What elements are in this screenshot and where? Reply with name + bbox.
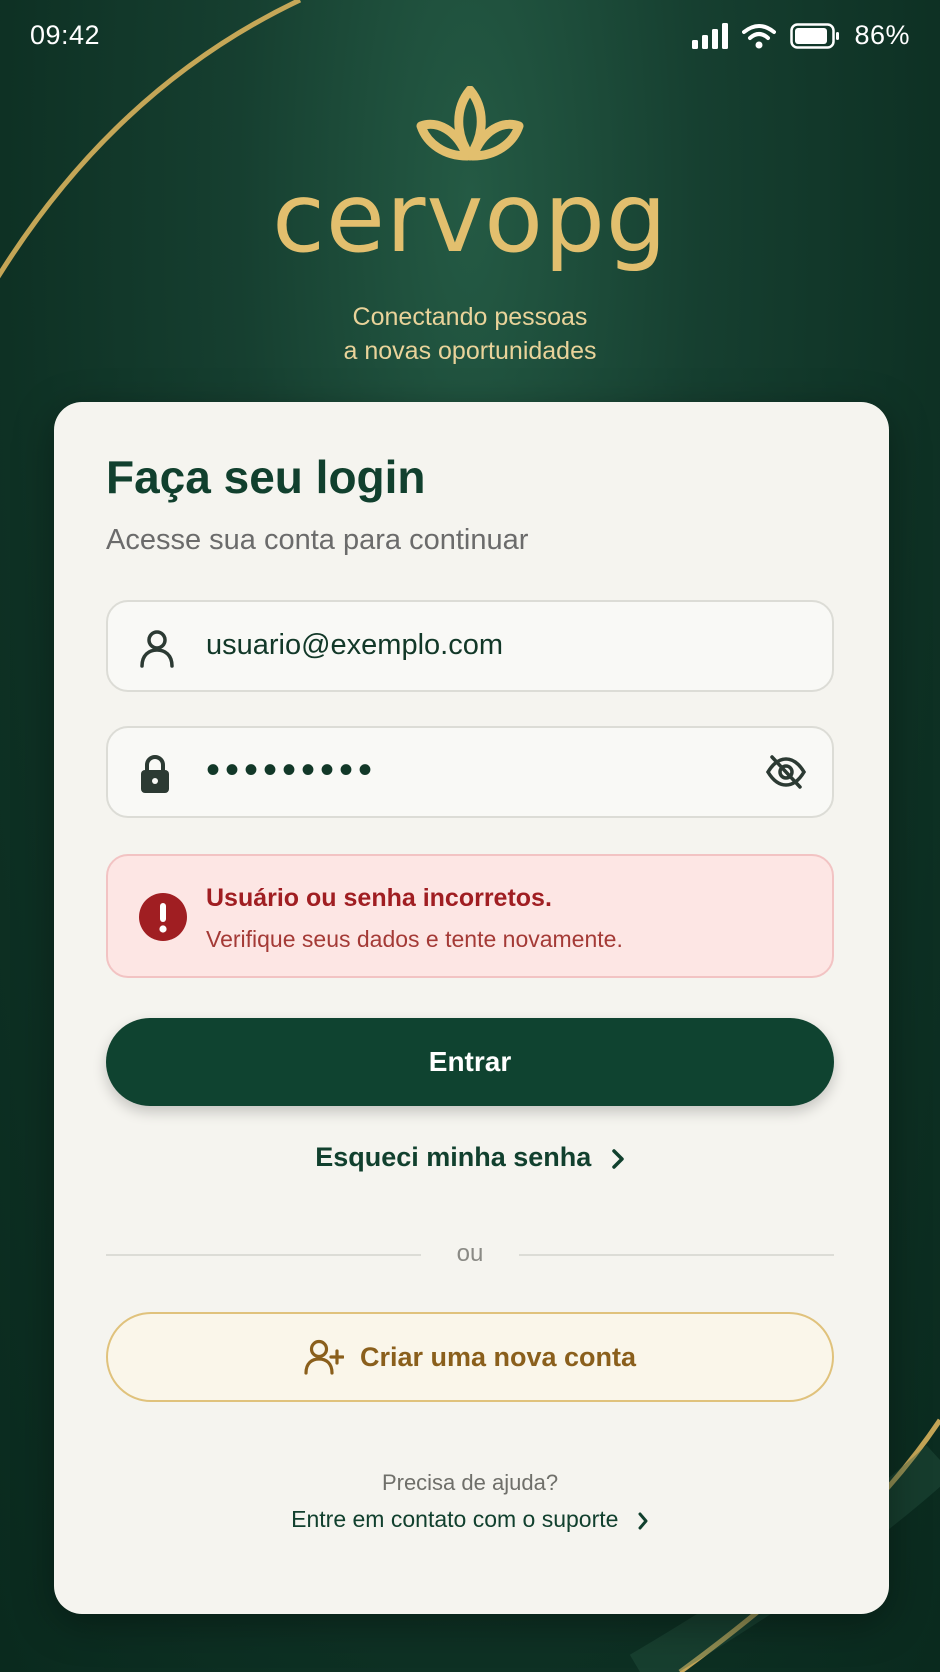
page-title: Faça seu login xyxy=(106,451,426,503)
forgot-password-label: Esqueci minha senha xyxy=(315,1142,592,1172)
forgot-password-link[interactable]: Esqueci minha senha xyxy=(106,1142,834,1173)
or-divider: ou xyxy=(106,1240,834,1270)
brand-name: cervopg xyxy=(272,162,668,274)
help-text: Precisa de ajuda? xyxy=(381,1470,559,1495)
battery-percent: 86% xyxy=(854,20,910,50)
status-time: 09:42 xyxy=(30,20,101,50)
password-input[interactable]: ••••••••• xyxy=(206,748,377,793)
brand-header: cervopg Conectando pessoas a novas oport… xyxy=(0,86,940,368)
battery-icon xyxy=(790,22,840,49)
brand-tagline: Conectando pessoas a novas oportunidades xyxy=(0,300,940,368)
tagline-line-1: Conectando pessoas xyxy=(352,303,588,331)
user-plus-icon xyxy=(304,1339,344,1375)
error-alert: Usuário ou senha incorretos. Verifique s… xyxy=(106,854,834,978)
create-account-button[interactable]: Criar uma nova conta xyxy=(106,1312,834,1402)
status-right: 86% xyxy=(692,20,910,51)
password-field[interactable]: ••••••••• xyxy=(106,726,834,818)
lock-icon xyxy=(141,755,169,793)
divider-line-right xyxy=(519,1254,834,1256)
error-message: Verifique seus dados e tente novamente. xyxy=(206,926,623,952)
email-input[interactable] xyxy=(206,629,746,662)
signal-icon xyxy=(692,22,729,49)
eye-off-icon[interactable] xyxy=(766,754,806,790)
tagline-line-2: a novas oportunidades xyxy=(343,337,597,365)
chevron-right-icon xyxy=(638,1512,648,1530)
page-subtitle: Acesse sua conta para continuar xyxy=(106,524,529,556)
status-bar: 09:42 86% xyxy=(0,0,940,76)
support-link[interactable]: Entre em contato com o suporte xyxy=(106,1506,834,1533)
user-icon xyxy=(140,630,174,668)
error-title: Usuário ou senha incorretos. xyxy=(206,884,552,912)
chevron-right-icon xyxy=(612,1149,624,1169)
login-card: Faça seu login Acesse sua conta para con… xyxy=(54,402,889,1614)
create-account-label: Criar uma nova conta xyxy=(359,1341,637,1372)
support-label: Entre em contato com o suporte xyxy=(291,1506,619,1532)
alert-icon xyxy=(139,893,187,941)
email-field[interactable] xyxy=(106,600,834,692)
login-screen: 09:42 86% cervopg Conectando pessoas a n… xyxy=(0,0,940,1672)
wifi-icon xyxy=(742,23,777,48)
login-button[interactable]: Entrar xyxy=(106,1018,834,1106)
